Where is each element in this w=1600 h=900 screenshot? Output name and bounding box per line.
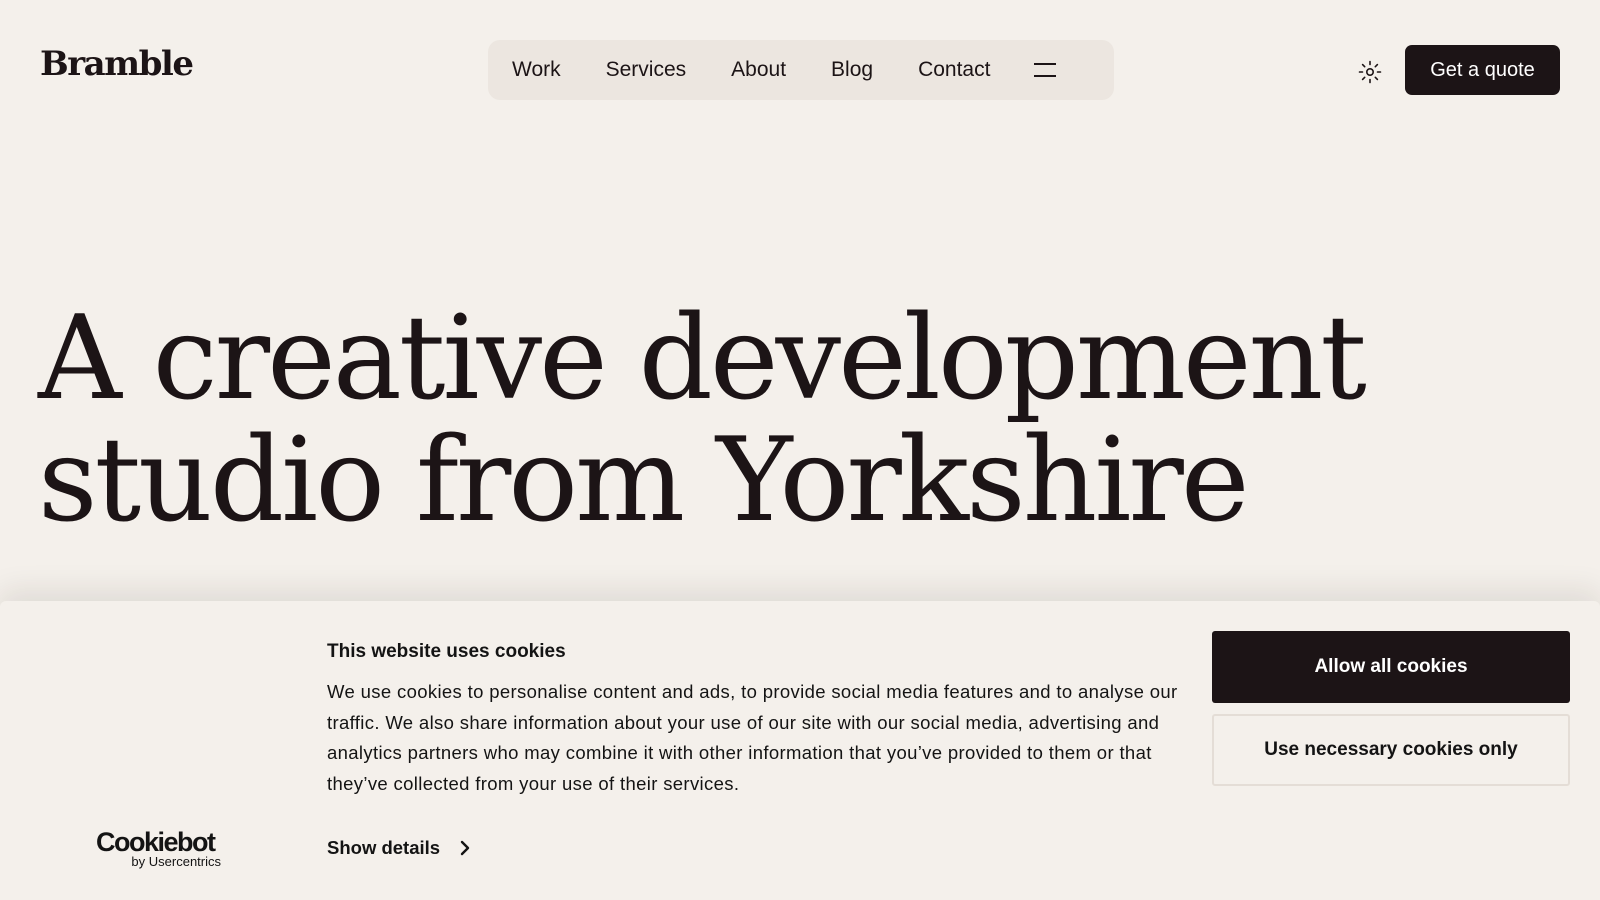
cookie-banner: Cookiebot by Usercentrics This website u… bbox=[0, 601, 1600, 900]
cookie-title: This website uses cookies bbox=[327, 641, 566, 662]
hamburger-menu-icon[interactable] bbox=[1034, 63, 1057, 77]
nav-item-work[interactable]: Work bbox=[512, 58, 561, 82]
show-details-label: Show details bbox=[327, 837, 441, 858]
nav-item-services[interactable]: Services bbox=[606, 58, 687, 82]
sun-icon[interactable] bbox=[1356, 58, 1384, 86]
cookie-description: We use cookies to personalise content an… bbox=[327, 681, 1178, 794]
nav-item-about[interactable]: About bbox=[731, 58, 786, 82]
main-nav: Work Services About Blog Contact bbox=[488, 40, 1114, 100]
allow-all-cookies-button[interactable]: Allow all cookies bbox=[1212, 631, 1570, 703]
chevron-right-icon bbox=[460, 840, 470, 856]
site-header: Bramble Work Services About Blog Contact… bbox=[0, 0, 1600, 140]
nav-item-blog[interactable]: Blog bbox=[831, 58, 873, 82]
cookiebot-logo: Cookiebot by Usercentrics bbox=[96, 829, 231, 869]
cookiebot-brand: Cookiebot bbox=[96, 827, 216, 857]
get-a-quote-button[interactable]: Get a quote bbox=[1405, 45, 1560, 95]
hero-line-1: A creative development bbox=[38, 291, 1367, 426]
necessary-cookies-button[interactable]: Use necessary cookies only bbox=[1212, 714, 1570, 786]
bramble-logo[interactable]: Bramble bbox=[40, 44, 194, 84]
hero-line-2: studio from Yorkshire bbox=[38, 413, 1250, 548]
cookiebot-byline: by Usercentrics bbox=[131, 854, 221, 869]
show-details-link[interactable]: Show details bbox=[327, 837, 472, 859]
hero-heading: A creative development studio from Yorks… bbox=[38, 298, 1438, 542]
nav-item-contact[interactable]: Contact bbox=[918, 58, 990, 82]
